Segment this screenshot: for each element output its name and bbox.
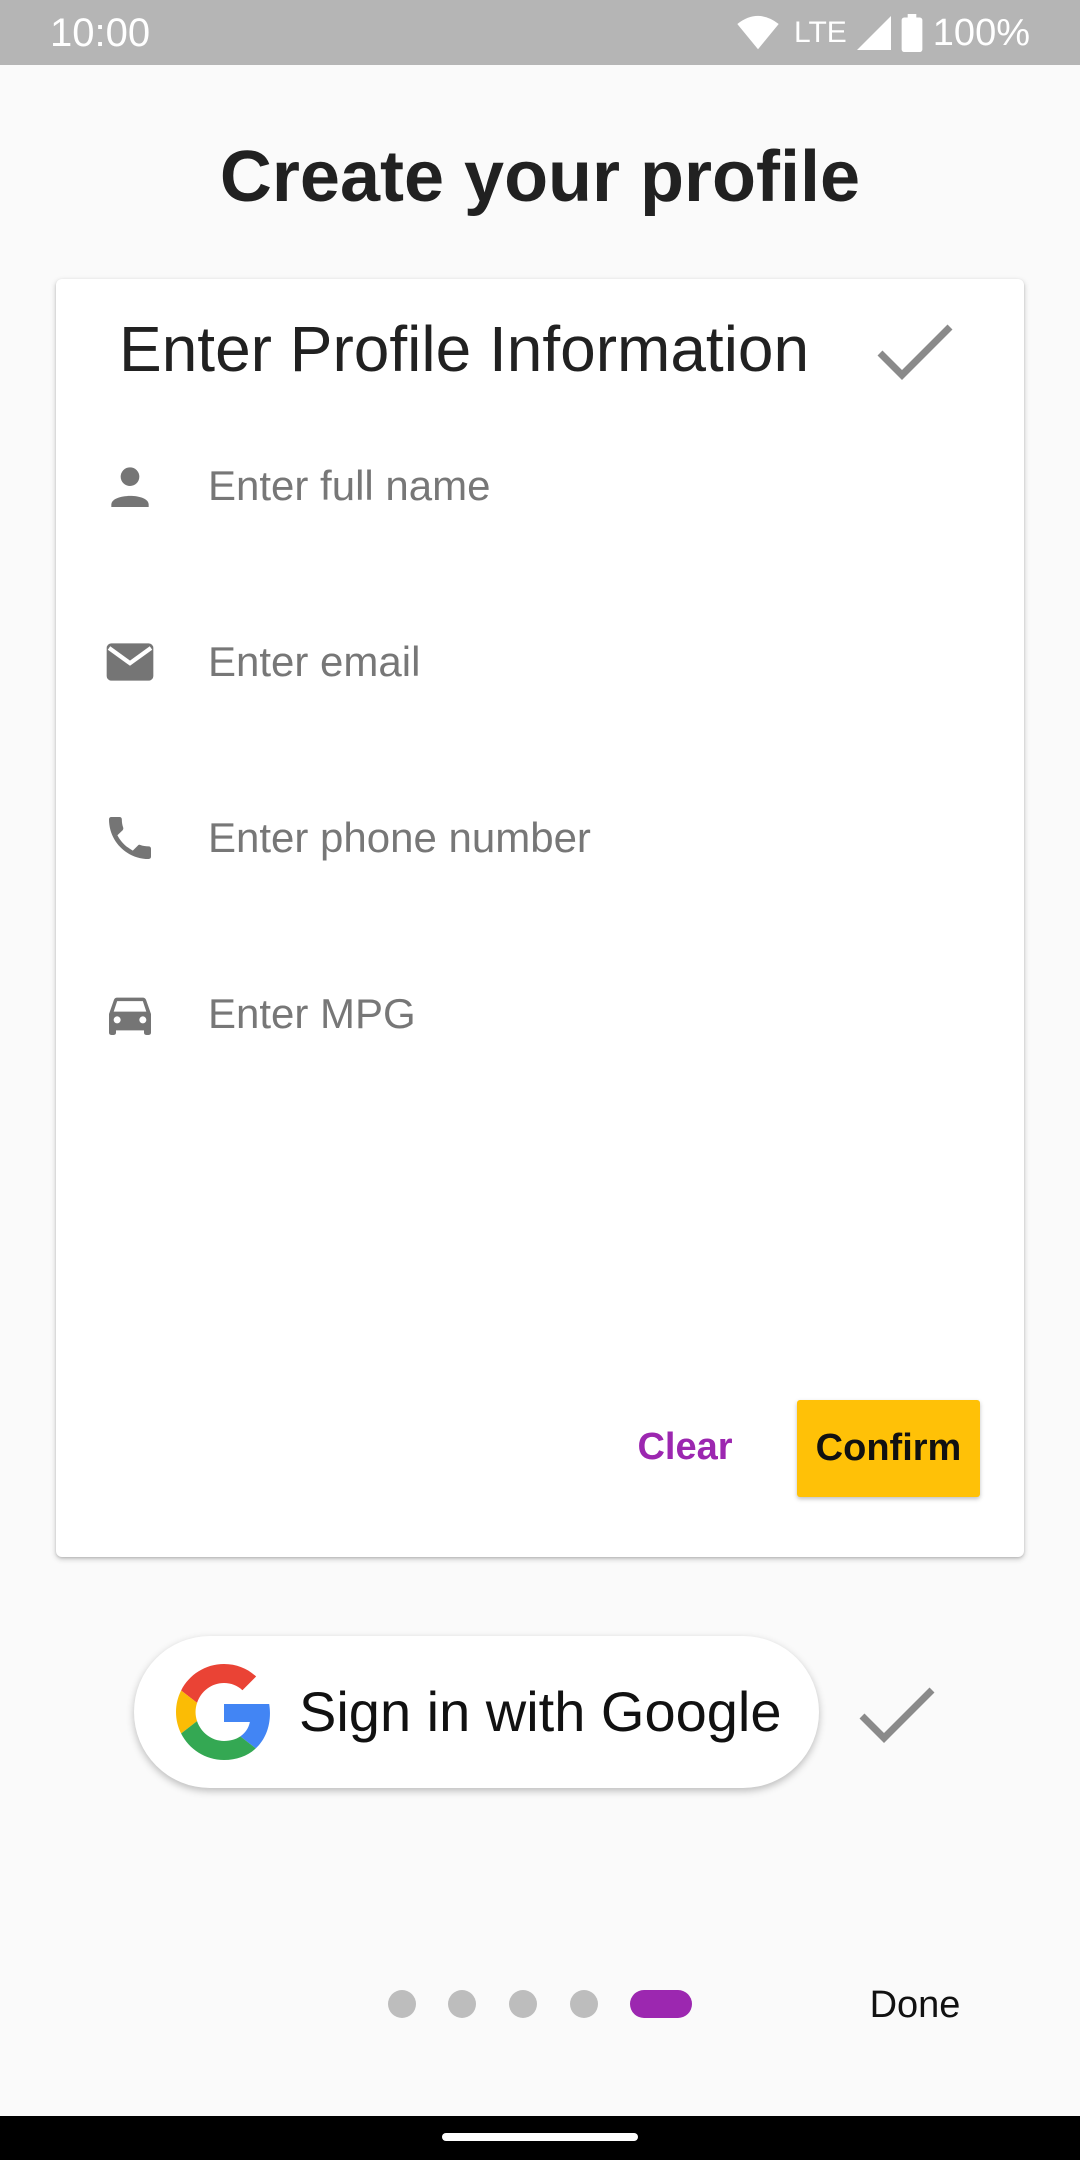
home-handle[interactable] [442,2133,638,2141]
battery-icon [901,14,923,52]
full-name-input[interactable] [208,456,968,516]
email-icon [106,643,154,681]
status-icons: LTE 100% [736,10,1030,56]
check-icon [859,1687,935,1743]
status-time: 10:00 [50,11,151,55]
google-signin-label: Sign in with Google [299,1680,782,1743]
email-input[interactable] [208,632,968,692]
mpg-input[interactable] [208,984,968,1044]
mpg-row [56,966,1024,1062]
phone-row [56,790,1024,886]
phone-input[interactable] [208,808,968,868]
page-title: Create your profile [219,137,861,217]
google-logo-icon [176,1664,270,1760]
check-icon [877,324,953,380]
network-type: LTE [794,16,847,49]
car-icon [109,997,151,1035]
email-row [56,614,1024,710]
page-indicator-dot [448,1990,476,2018]
card-title: Enter Profile Information [119,313,810,385]
page-indicator-dot [570,1990,598,2018]
person-icon [111,467,149,507]
page-indicator-dot [509,1990,537,2018]
battery-percent: 100% [932,11,1030,54]
page-indicator-active [630,1990,692,2018]
phone-icon [109,817,151,859]
wifi-icon [737,15,779,50]
clear-button[interactable]: Clear [610,1399,760,1495]
google-signin-button[interactable]: Sign in with Google [134,1636,819,1788]
page-indicator-dot [388,1990,416,2018]
confirm-button[interactable]: Confirm [797,1400,980,1497]
status-bar: 10:00 LTE 100% [0,0,1080,65]
cell-signal-icon [856,16,891,50]
navigation-bar [0,2116,1080,2160]
done-button[interactable]: Done [850,1972,980,2038]
full-name-row [56,438,1024,534]
